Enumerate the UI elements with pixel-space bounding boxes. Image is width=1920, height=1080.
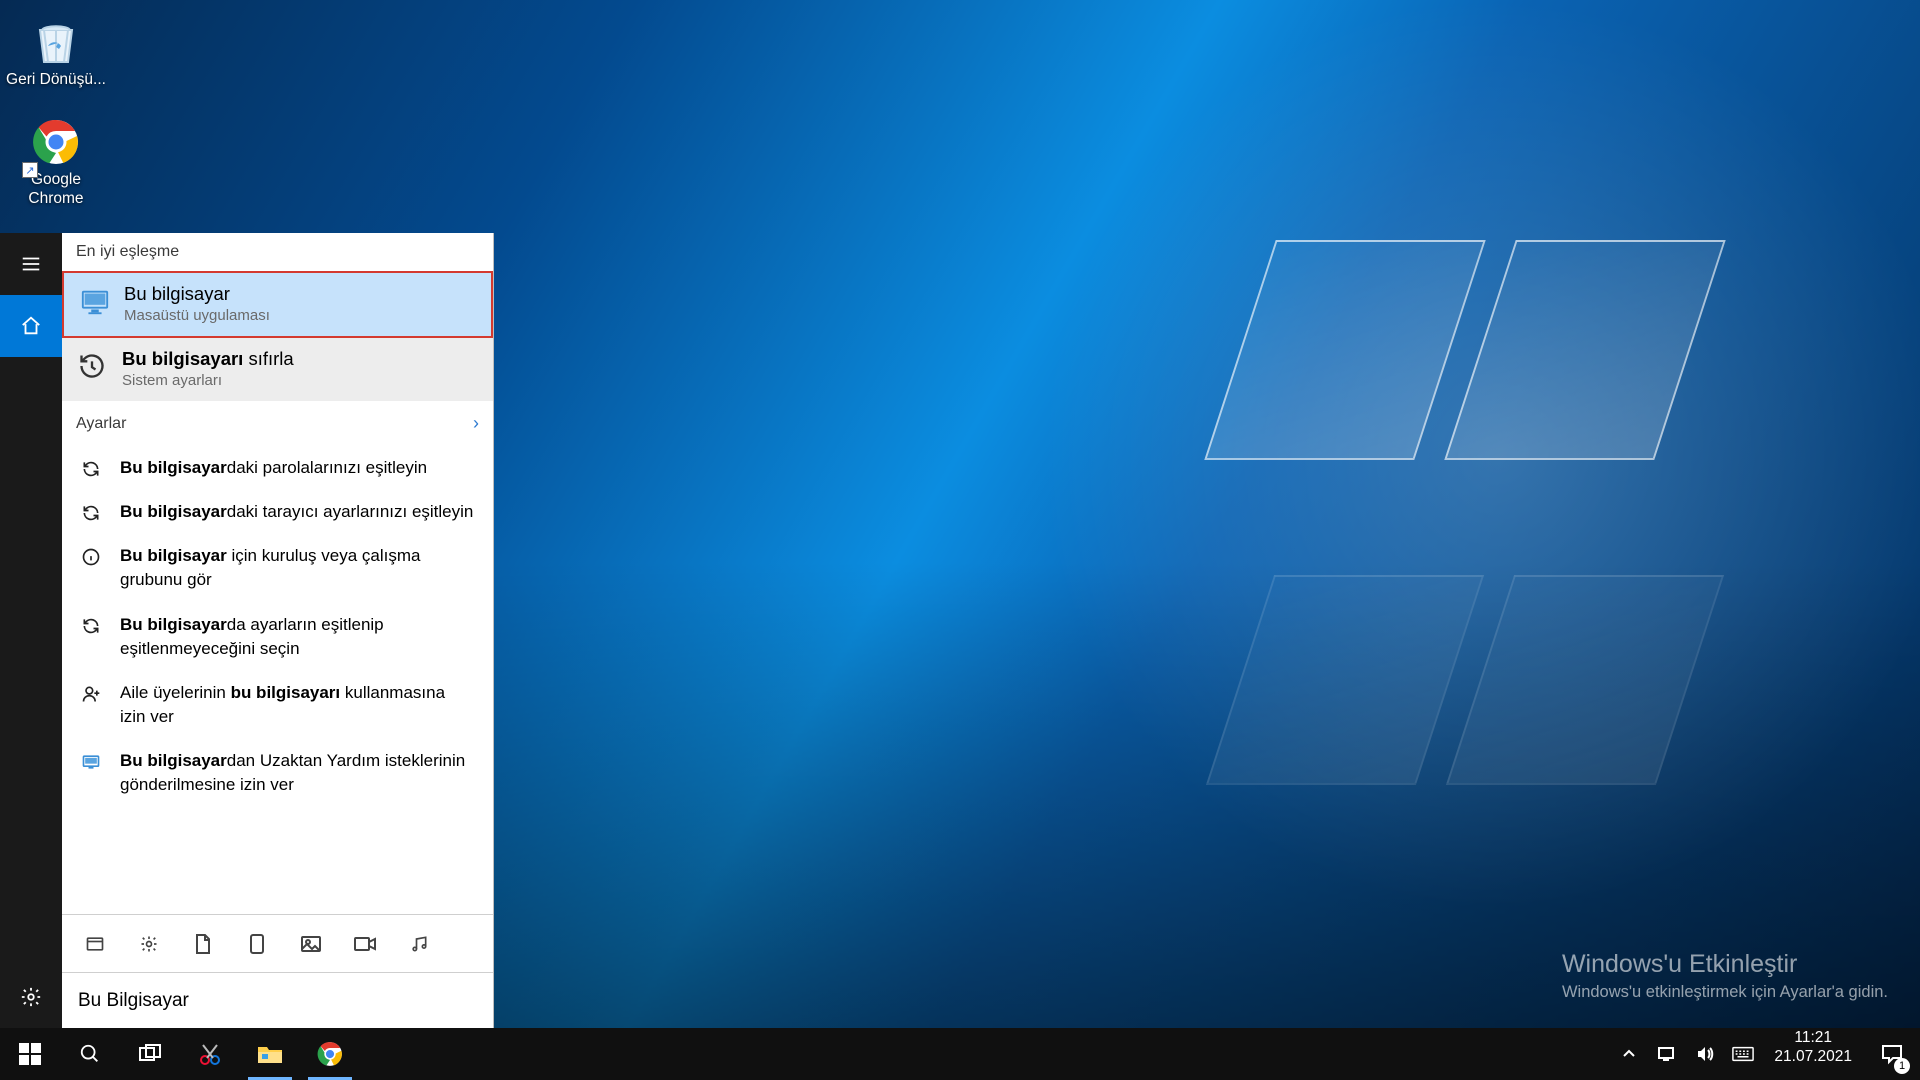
search-input[interactable] bbox=[78, 990, 477, 1012]
desktop-icon-chrome[interactable]: ↗ Google Chrome bbox=[6, 110, 106, 210]
taskbar-app-explorer[interactable] bbox=[240, 1028, 300, 1080]
monitor-small-icon bbox=[80, 751, 102, 773]
taskbar: 11:21 21.07.2021 1 bbox=[0, 1028, 1920, 1080]
desktop-icon-label: Geri Dönüşü... bbox=[6, 70, 106, 89]
notification-badge: 1 bbox=[1894, 1058, 1910, 1074]
action-center-button[interactable]: 1 bbox=[1864, 1028, 1920, 1080]
tray-ime-icon[interactable] bbox=[1732, 1043, 1754, 1065]
filter-web-icon[interactable] bbox=[244, 931, 270, 957]
result-this-pc[interactable]: Bu bilgisayar Masaüstü uygulaması bbox=[62, 271, 493, 338]
tray-network-icon[interactable] bbox=[1656, 1043, 1678, 1065]
settings-section-header[interactable]: Ayarlar › bbox=[62, 401, 493, 446]
start-search-panel: En iyi eşleşme Bu bilgisayar Masaüstü uy… bbox=[0, 233, 494, 1028]
settings-item-label: Bu bilgisayar için kuruluş veya çalışma … bbox=[120, 544, 475, 592]
filter-apps-icon[interactable] bbox=[82, 931, 108, 957]
monitor-icon bbox=[80, 287, 110, 317]
tray-overflow-icon[interactable] bbox=[1618, 1043, 1640, 1065]
search-filter-row bbox=[62, 914, 493, 972]
settings-item-sync-settings[interactable]: Bu bilgisayarda ayarların eşitlenip eşit… bbox=[62, 603, 493, 671]
settings-item-label: Bu bilgisayardan Uzaktan Yardım istekler… bbox=[120, 749, 475, 797]
recycle-bin-icon bbox=[30, 16, 82, 68]
tray-volume-icon[interactable] bbox=[1694, 1043, 1716, 1065]
settings-item-label: Bu bilgisayardaki tarayıcı ayarlarınızı … bbox=[120, 500, 473, 524]
chrome-icon bbox=[30, 116, 82, 168]
taskbar-clock[interactable]: 11:21 21.07.2021 bbox=[1762, 1028, 1864, 1080]
history-icon bbox=[78, 352, 106, 380]
rail-settings-button[interactable] bbox=[0, 966, 62, 1028]
filter-photos-icon[interactable] bbox=[298, 931, 324, 957]
result-subtitle: Sistem ayarları bbox=[122, 372, 475, 389]
search-input-row bbox=[62, 972, 493, 1028]
taskbar-app-chrome[interactable] bbox=[300, 1028, 360, 1080]
watermark-title: Windows'u Etkinleştir bbox=[1562, 950, 1888, 979]
settings-item-sync-browser[interactable]: Bu bilgisayardaki tarayıcı ayarlarınızı … bbox=[62, 490, 493, 534]
rail-hamburger-button[interactable] bbox=[0, 233, 62, 295]
sync-icon bbox=[80, 502, 102, 524]
taskbar-search-button[interactable] bbox=[60, 1028, 120, 1080]
settings-header-label: Ayarlar bbox=[76, 415, 126, 433]
sync-icon bbox=[80, 615, 102, 637]
result-reset-pc[interactable]: Bu bilgisayarı sıfırla Sistem ayarları bbox=[62, 338, 493, 401]
settings-item-workgroup[interactable]: Bu bilgisayar için kuruluş veya çalışma … bbox=[62, 534, 493, 602]
taskbar-app-snipping[interactable] bbox=[180, 1028, 240, 1080]
clock-time: 11:21 bbox=[1774, 1028, 1852, 1047]
settings-item-label: Aile üyelerinin bu bilgisayarı kullanmas… bbox=[120, 681, 475, 729]
start-button[interactable] bbox=[0, 1028, 60, 1080]
result-title: Bu bilgisayarı sıfırla bbox=[122, 348, 475, 370]
filter-videos-icon[interactable] bbox=[352, 931, 378, 957]
filter-documents-icon[interactable] bbox=[190, 931, 216, 957]
settings-item-family[interactable]: Aile üyelerinin bu bilgisayarı kullanmas… bbox=[62, 671, 493, 739]
filter-music-icon[interactable] bbox=[406, 931, 432, 957]
activation-watermark: Windows'u Etkinleştir Windows'u etkinleş… bbox=[1562, 950, 1888, 1002]
settings-item-label: Bu bilgisayardaki parolalarınızı eşitley… bbox=[120, 456, 427, 480]
settings-item-label: Bu bilgisayarda ayarların eşitlenip eşit… bbox=[120, 613, 475, 661]
result-subtitle: Masaüstü uygulaması bbox=[124, 307, 473, 324]
start-rail bbox=[0, 233, 62, 1028]
chevron-right-icon: › bbox=[473, 413, 479, 434]
task-view-button[interactable] bbox=[120, 1028, 180, 1080]
desktop-icon-label: Google Chrome bbox=[6, 170, 106, 209]
system-tray bbox=[1610, 1028, 1762, 1080]
best-match-header: En iyi eşleşme bbox=[62, 233, 493, 271]
filter-settings-icon[interactable] bbox=[136, 931, 162, 957]
settings-item-remote-assist[interactable]: Bu bilgisayardan Uzaktan Yardım istekler… bbox=[62, 739, 493, 807]
desktop-icon-recycle-bin[interactable]: Geri Dönüşü... bbox=[6, 10, 106, 110]
sync-icon bbox=[80, 458, 102, 480]
watermark-subtitle: Windows'u etkinleştirmek için Ayarlar'a … bbox=[1562, 983, 1888, 1002]
result-title: Bu bilgisayar bbox=[124, 283, 473, 305]
settings-item-sync-passwords[interactable]: Bu bilgisayardaki parolalarınızı eşitley… bbox=[62, 446, 493, 490]
clock-date: 21.07.2021 bbox=[1774, 1047, 1852, 1066]
shortcut-arrow-icon: ↗ bbox=[22, 162, 38, 178]
person-icon bbox=[80, 683, 102, 705]
info-icon bbox=[80, 546, 102, 568]
rail-home-button[interactable] bbox=[0, 295, 62, 357]
